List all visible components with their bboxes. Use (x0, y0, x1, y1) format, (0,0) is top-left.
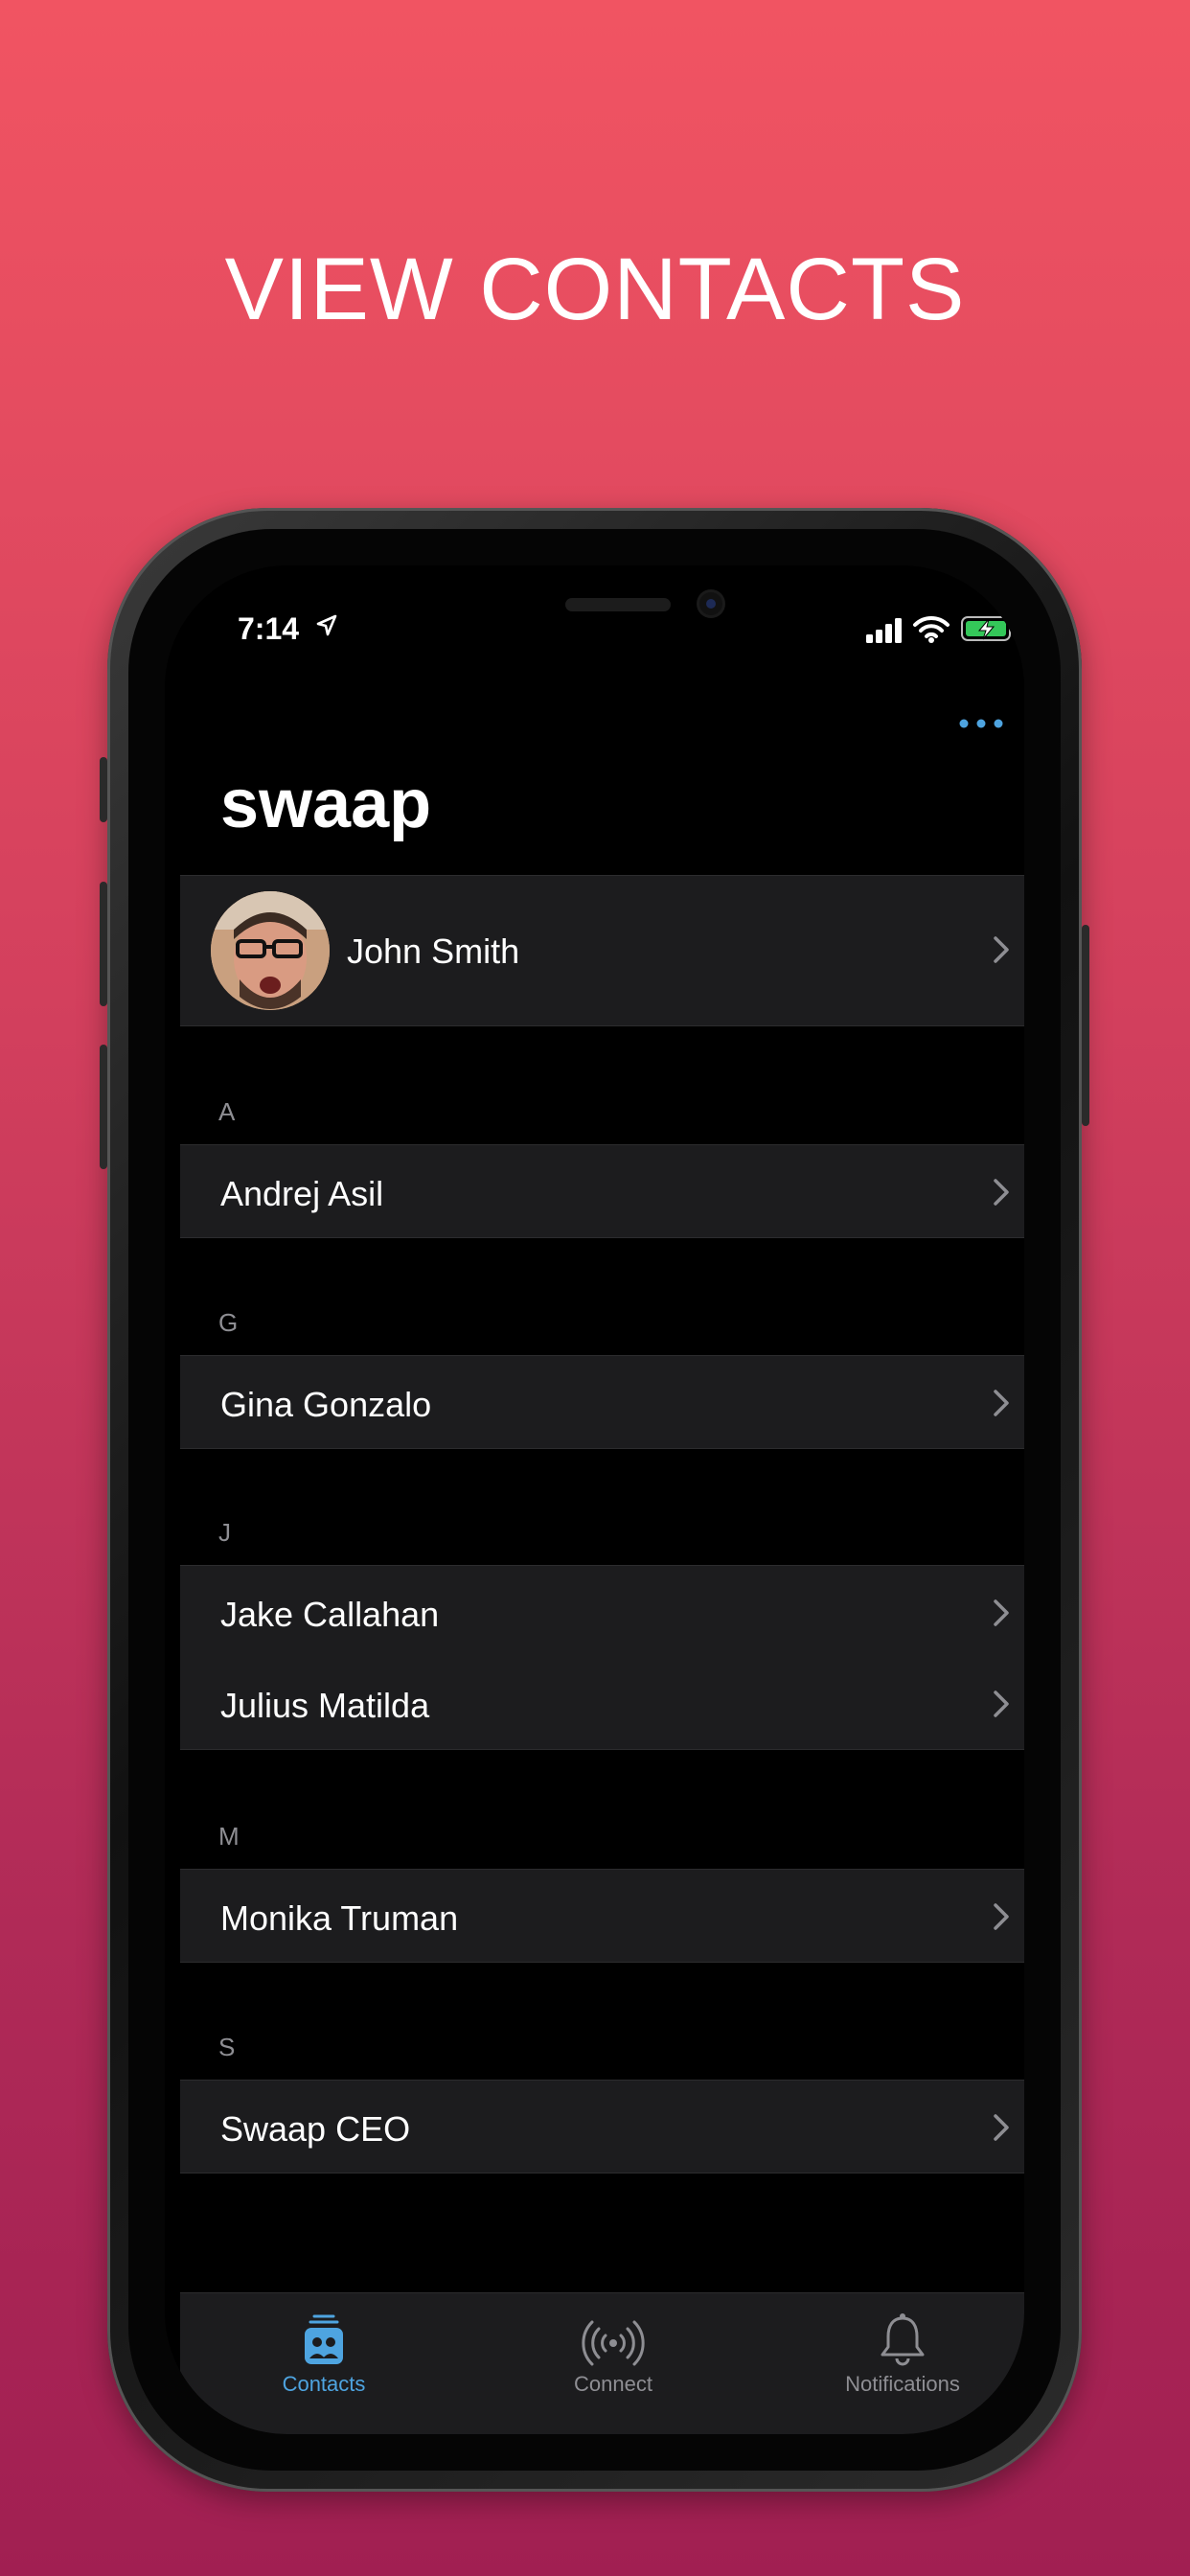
section-header-s: S (218, 2033, 236, 2061)
section-header-m: M (218, 1822, 240, 1851)
chevron-right-icon (994, 1179, 1009, 1206)
contact-row-jake-callahan[interactable]: Jake Callahan (180, 1565, 1024, 1659)
contact-name: Jake Callahan (220, 1595, 440, 1634)
chevron-right-icon (994, 1390, 1009, 1416)
side-button (1082, 925, 1089, 1126)
section-index[interactable]: A G J M S (1022, 1514, 1024, 1663)
chevron-right-icon (994, 2114, 1009, 2141)
profile-name: John Smith (347, 932, 520, 971)
tab-label: Notifications (845, 2372, 960, 2396)
phone-frame: 7:14 swaap John Smith A Andrej Asil G Gi… (100, 508, 1089, 2492)
chevron-right-icon (994, 1903, 1009, 1930)
tab-notifications[interactable]: Notifications (797, 2311, 1008, 2397)
index-letter-a[interactable]: A (1022, 1514, 1024, 1544)
front-camera (699, 592, 722, 615)
section-header-g: G (218, 1308, 239, 1337)
phone-screen: 7:14 swaap John Smith A Andrej Asil G Gi… (165, 565, 1024, 2434)
contact-name: Swaap CEO (220, 2109, 411, 2149)
index-letter-m[interactable]: M (1022, 1603, 1024, 1633)
battery-charging-icon (961, 616, 1016, 641)
index-letter-s[interactable]: S (1022, 1633, 1024, 1663)
promo-headline: VIEW CONTACTS (224, 241, 966, 338)
avatar (211, 891, 330, 1010)
index-letter-j[interactable]: J (1022, 1574, 1024, 1603)
tab-connect[interactable]: Connect (508, 2311, 719, 2397)
earpiece-speaker (565, 598, 671, 611)
wifi-icon (913, 615, 950, 643)
app-title: swaap (220, 766, 432, 842)
contact-row-monika-truman[interactable]: Monika Truman (180, 1869, 1024, 1963)
bell-icon (881, 2313, 925, 2366)
contact-row-julius-matilda[interactable]: Julius Matilda (180, 1657, 1024, 1750)
chevron-right-icon (994, 1690, 1009, 1717)
location-arrow-icon (316, 614, 337, 636)
contact-row-swaap-ceo[interactable]: Swaap CEO (180, 2080, 1024, 2174)
status-time: 7:14 (238, 611, 300, 646)
chevron-right-icon (994, 936, 1009, 963)
tab-contacts[interactable]: Contacts (218, 2311, 429, 2397)
contact-row-gina-gonzalo[interactable]: Gina Gonzalo (180, 1355, 1024, 1449)
tab-label: Connect (574, 2372, 652, 2396)
index-letter-g[interactable]: G (1022, 1544, 1024, 1574)
tab-label: Contacts (282, 2372, 366, 2396)
contact-name: Julius Matilda (220, 1686, 430, 1725)
chevron-right-icon (994, 1599, 1009, 1626)
volume-down-button (100, 1045, 107, 1169)
contact-name: Andrej Asil (220, 1174, 384, 1213)
contact-name: Monika Truman (220, 1898, 459, 1938)
section-header-a: A (218, 1097, 236, 1126)
contact-name: Gina Gonzalo (220, 1385, 432, 1424)
volume-up-button (100, 882, 107, 1006)
mute-switch (100, 757, 107, 822)
broadcast-icon (582, 2320, 645, 2366)
section-header-j: J (218, 1518, 231, 1547)
cellular-signal-icon (866, 618, 902, 643)
more-options-button[interactable] (954, 709, 1008, 738)
contact-row-andrej-asil[interactable]: Andrej Asil (180, 1144, 1024, 1238)
tab-bar: Contacts Connect Notifications (180, 2292, 1024, 2434)
contacts-icon (305, 2314, 343, 2364)
phone-bezel: 7:14 swaap John Smith A Andrej Asil G Gi… (128, 529, 1061, 2471)
my-profile-row[interactable]: John Smith (180, 875, 1024, 1026)
